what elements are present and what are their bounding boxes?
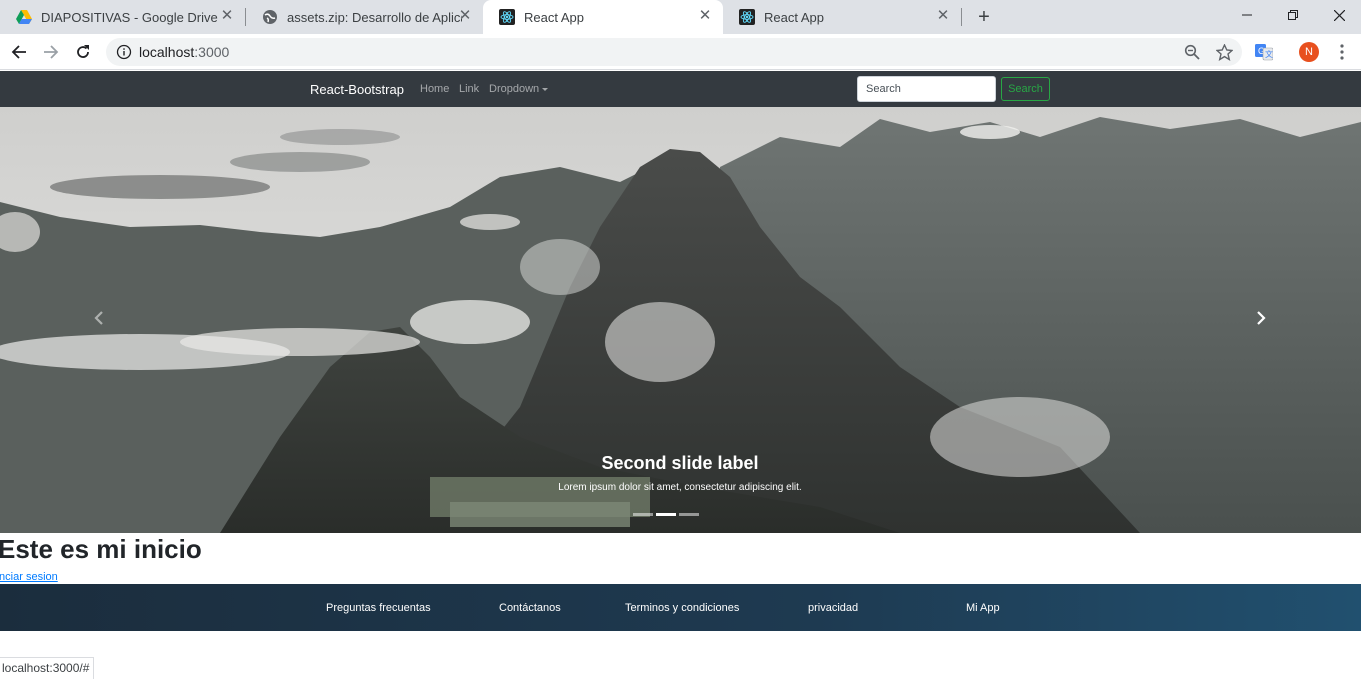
info-icon[interactable] bbox=[116, 44, 132, 60]
bookmark-star-icon[interactable] bbox=[1212, 40, 1236, 64]
caption-title: Second slide label bbox=[601, 453, 759, 473]
footer-link-faq[interactable]: Preguntas frecuentas bbox=[326, 602, 431, 614]
page-title: Este es mi inicio bbox=[0, 534, 202, 564]
google-drive-icon bbox=[16, 9, 32, 25]
close-icon[interactable]: ✕ bbox=[697, 8, 713, 24]
tab-google-drive[interactable]: DIAPOSITIVAS - Google Drive ✕ bbox=[0, 0, 245, 34]
carousel-next-icon[interactable] bbox=[1251, 309, 1271, 329]
restore-icon[interactable] bbox=[1270, 0, 1316, 30]
search-button[interactable]: Search bbox=[1001, 77, 1050, 101]
window-close-icon[interactable] bbox=[1316, 0, 1361, 30]
tab-title: DIAPOSITIVAS - Google Drive bbox=[41, 9, 218, 25]
footer-link-terms[interactable]: Terminos y condiciones bbox=[625, 602, 739, 614]
navbar: React-Bootstrap Home Link Dropdown Searc… bbox=[0, 71, 1361, 107]
minimize-icon[interactable] bbox=[1224, 0, 1270, 30]
footer-link-my-app[interactable]: Mi App bbox=[966, 602, 1000, 614]
close-icon[interactable]: ✕ bbox=[219, 8, 235, 24]
new-tab-icon[interactable]: + bbox=[974, 7, 994, 27]
nav-dropdown[interactable]: Dropdown bbox=[489, 83, 549, 95]
url-host: localhost bbox=[139, 44, 195, 60]
svg-text:文: 文 bbox=[1265, 49, 1273, 59]
carousel-indicator[interactable] bbox=[679, 513, 699, 516]
nav-link-home[interactable]: Home bbox=[420, 83, 449, 95]
address-url: localhost:3000 bbox=[139, 44, 229, 60]
reload-icon[interactable] bbox=[71, 40, 95, 64]
tab-title: assets.zip: Desarrollo de Aplicaciones bbox=[287, 9, 462, 25]
url-port: :3000 bbox=[194, 44, 230, 60]
zoom-icon[interactable] bbox=[1180, 40, 1204, 64]
carousel-indicator-active[interactable] bbox=[656, 513, 676, 516]
tab-assets-zip[interactable]: assets.zip: Desarrollo de Aplicaciones ✕ bbox=[246, 0, 483, 34]
react-icon bbox=[739, 9, 755, 25]
back-arrow-icon[interactable] bbox=[7, 40, 31, 64]
tab-react-app[interactable]: React App ✕ bbox=[723, 0, 961, 34]
caret-down-icon bbox=[542, 87, 549, 91]
caption-text: Lorem ipsum dolor sit amet, consectetur … bbox=[558, 482, 802, 493]
carousel-indicators bbox=[633, 513, 699, 516]
carousel-indicator[interactable] bbox=[633, 513, 653, 516]
browser-tab-strip: DIAPOSITIVAS - Google Drive ✕ assets.zip… bbox=[0, 0, 1361, 34]
tab-title: React App bbox=[524, 9, 584, 25]
login-link[interactable]: Inciar sesion bbox=[0, 571, 58, 583]
footer-link-privacy[interactable]: privacidad bbox=[808, 602, 858, 614]
globe-icon bbox=[262, 9, 278, 25]
nav-dropdown-label: Dropdown bbox=[489, 83, 540, 95]
hero-carousel: Second slide label Lorem ipsum dolor sit… bbox=[0, 107, 1361, 533]
search-input[interactable] bbox=[857, 76, 996, 102]
more-menu-icon[interactable] bbox=[1330, 40, 1354, 64]
footer-link-contact[interactable]: Contáctanos bbox=[499, 602, 561, 614]
browser-toolbar: localhost:3000 G文 N bbox=[0, 34, 1361, 70]
tab-react-app-active[interactable]: React App ✕ bbox=[483, 0, 723, 34]
status-bar-url: localhost:3000/# bbox=[0, 657, 95, 679]
forward-arrow-icon[interactable] bbox=[39, 40, 63, 64]
footer: Preguntas frecuentas Contáctanos Termino… bbox=[0, 584, 1361, 631]
nav-link-link[interactable]: Link bbox=[459, 83, 479, 95]
address-bar[interactable]: localhost:3000 bbox=[106, 38, 1242, 66]
google-translate-icon[interactable]: G文 bbox=[1252, 40, 1276, 64]
close-icon[interactable]: ✕ bbox=[935, 8, 951, 24]
tab-title: React App bbox=[764, 9, 824, 25]
close-icon[interactable]: ✕ bbox=[457, 8, 473, 24]
navbar-brand[interactable]: React-Bootstrap bbox=[310, 82, 404, 97]
tab-separator bbox=[961, 8, 962, 26]
carousel-prev-icon[interactable] bbox=[89, 309, 109, 329]
react-icon bbox=[499, 9, 515, 25]
profile-avatar[interactable]: N bbox=[1299, 42, 1319, 62]
carousel-caption: Second slide label Lorem ipsum dolor sit… bbox=[480, 453, 880, 493]
